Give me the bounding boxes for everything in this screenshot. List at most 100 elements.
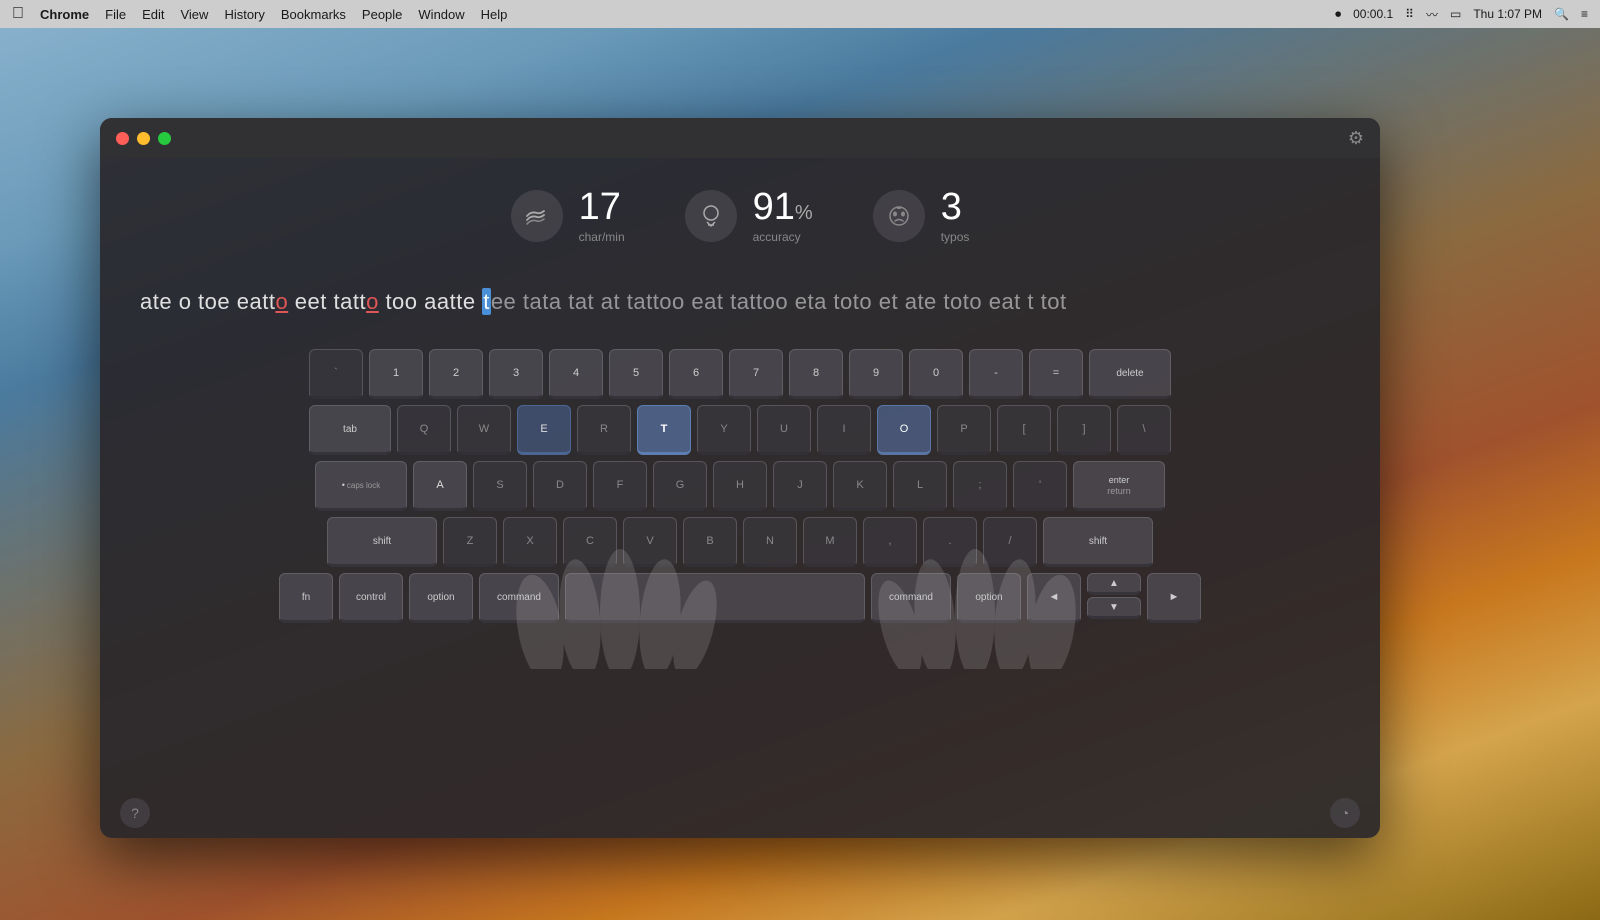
key-n[interactable]: N [743, 517, 797, 567]
key-arrow-up[interactable]: ▲ [1087, 573, 1141, 595]
key-quote[interactable]: ' [1013, 461, 1067, 511]
key-4[interactable]: 4 [549, 349, 603, 399]
key-2[interactable]: 2 [429, 349, 483, 399]
chart-icon: ◔ [1341, 805, 1349, 821]
key-b[interactable]: B [683, 517, 737, 567]
question-mark-icon: ? [131, 805, 139, 821]
key-command-left[interactable]: command [479, 573, 559, 623]
key-backtick[interactable]: ` [309, 349, 363, 399]
menu-edit[interactable]: Edit [142, 7, 164, 22]
key-v[interactable]: V [623, 517, 677, 567]
key-r[interactable]: R [577, 405, 631, 455]
key-arrow-right[interactable]: ► [1147, 573, 1201, 623]
key-i[interactable]: I [817, 405, 871, 455]
window-controls [116, 132, 171, 145]
desktop: ⚙ 17 char/min [0, 28, 1600, 920]
key-fn[interactable]: fn [279, 573, 333, 623]
help-button[interactable]: ? [120, 798, 150, 828]
speed-label: char/min [579, 230, 625, 244]
key-backslash[interactable]: \ [1117, 405, 1171, 455]
typed-error-2: o [366, 289, 379, 314]
stats-button[interactable]: ◔ [1330, 798, 1360, 828]
key-6[interactable]: 6 [669, 349, 723, 399]
key-1[interactable]: 1 [369, 349, 423, 399]
accuracy-stat: 91% accuracy [685, 188, 813, 244]
typos-stat: 3 typos [873, 188, 970, 244]
key-c[interactable]: C [563, 517, 617, 567]
key-comma[interactable]: , [863, 517, 917, 567]
key-s[interactable]: S [473, 461, 527, 511]
key-d[interactable]: D [533, 461, 587, 511]
menu-view[interactable]: View [180, 7, 208, 22]
speed-icon [511, 190, 563, 242]
key-minus[interactable]: - [969, 349, 1023, 399]
key-f[interactable]: F [593, 461, 647, 511]
key-shift-right[interactable]: shift [1043, 517, 1153, 567]
key-period[interactable]: . [923, 517, 977, 567]
home-row: • caps lock A S D F G H J K L ; ' enter [120, 461, 1360, 511]
record-time: 00:00.1 [1353, 7, 1393, 21]
menu-help[interactable]: Help [481, 7, 508, 22]
key-o[interactable]: O [877, 405, 931, 455]
gear-icon[interactable]: ⚙ [1348, 128, 1364, 149]
key-enter[interactable]: enter return [1073, 461, 1165, 511]
key-slash[interactable]: / [983, 517, 1037, 567]
key-delete[interactable]: delete [1089, 349, 1171, 399]
key-e[interactable]: E [517, 405, 571, 455]
menu-people[interactable]: People [362, 7, 402, 22]
key-m[interactable]: M [803, 517, 857, 567]
speed-stat: 17 char/min [511, 188, 625, 244]
key-q[interactable]: Q [397, 405, 451, 455]
battery-icon: ▭ [1450, 7, 1461, 21]
key-3[interactable]: 3 [489, 349, 543, 399]
key-command-right[interactable]: command [871, 573, 951, 623]
key-control[interactable]: control [339, 573, 403, 623]
minimize-button[interactable] [137, 132, 150, 145]
key-h[interactable]: H [713, 461, 767, 511]
key-arrow-down[interactable]: ▼ [1087, 597, 1141, 619]
key-option-left[interactable]: option [409, 573, 473, 623]
key-0[interactable]: 0 [909, 349, 963, 399]
key-rbracket[interactable]: ] [1057, 405, 1111, 455]
menu-bookmarks[interactable]: Bookmarks [281, 7, 346, 22]
maximize-button[interactable] [158, 132, 171, 145]
key-y[interactable]: Y [697, 405, 751, 455]
key-semicolon[interactable]: ; [953, 461, 1007, 511]
key-5[interactable]: 5 [609, 349, 663, 399]
key-capslock[interactable]: • caps lock [315, 461, 407, 511]
stats-bar: 17 char/min 91% accuracy [100, 158, 1380, 264]
key-z[interactable]: Z [443, 517, 497, 567]
search-icon[interactable]: 🔍 [1554, 7, 1569, 21]
close-button[interactable] [116, 132, 129, 145]
key-lbracket[interactable]: [ [997, 405, 1051, 455]
key-p[interactable]: P [937, 405, 991, 455]
key-7[interactable]: 7 [729, 349, 783, 399]
typos-content: 3 typos [941, 188, 970, 244]
key-arrow-left[interactable]: ◄ [1027, 573, 1081, 623]
key-space[interactable] [565, 573, 865, 623]
typos-label: typos [941, 230, 970, 244]
key-j[interactable]: J [773, 461, 827, 511]
key-shift-left[interactable]: shift [327, 517, 437, 567]
key-option-right[interactable]: option [957, 573, 1021, 623]
menu-file[interactable]: File [105, 7, 126, 22]
key-x[interactable]: X [503, 517, 557, 567]
app-name: Chrome [40, 7, 89, 22]
key-tab[interactable]: tab [309, 405, 391, 455]
key-k[interactable]: K [833, 461, 887, 511]
accuracy-value: 91% [753, 188, 813, 226]
key-9[interactable]: 9 [849, 349, 903, 399]
key-l[interactable]: L [893, 461, 947, 511]
key-equals[interactable]: = [1029, 349, 1083, 399]
key-a[interactable]: A [413, 461, 467, 511]
key-8[interactable]: 8 [789, 349, 843, 399]
menu-window[interactable]: Window [418, 7, 464, 22]
extensions-icon: ⠿ [1405, 7, 1414, 21]
menu-history[interactable]: History [224, 7, 264, 22]
key-w[interactable]: W [457, 405, 511, 455]
key-u[interactable]: U [757, 405, 811, 455]
key-g[interactable]: G [653, 461, 707, 511]
menu-icon[interactable]: ≡ [1581, 7, 1588, 21]
bottom-row: shift Z X C V B N M , . / shift [120, 517, 1360, 567]
key-t[interactable]: T [637, 405, 691, 455]
